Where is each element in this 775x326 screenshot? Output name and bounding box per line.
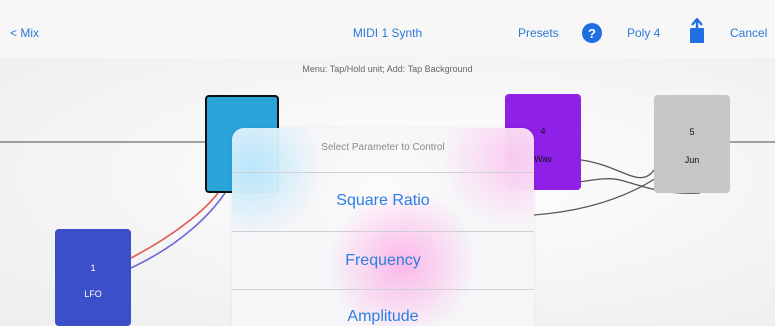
parameter-picker-popup: Select Parameter to Control Square Ratio…: [232, 128, 534, 326]
unit-1-lfo[interactable]: 1 LFO: [55, 229, 131, 326]
unit-number: 5: [689, 127, 695, 137]
option-frequency[interactable]: Frequency: [232, 252, 534, 270]
divider: [232, 172, 534, 173]
unit-label: Jun: [684, 155, 700, 165]
divider: [232, 289, 534, 290]
option-amplitude[interactable]: Amplitude: [232, 308, 534, 326]
unit-number: 1: [90, 263, 96, 273]
lfo-wire-blue: [130, 192, 226, 269]
lfo-wire-red: [130, 192, 219, 259]
popup-background: [232, 128, 534, 326]
unit-5-jun[interactable]: 5 Jun: [654, 95, 730, 193]
option-square-ratio[interactable]: Square Ratio: [232, 192, 534, 210]
popup-title: Select Parameter to Control: [321, 142, 445, 153]
unit-label: LFO: [84, 289, 102, 299]
divider: [232, 231, 534, 232]
wire-wav-out: [580, 159, 655, 179]
